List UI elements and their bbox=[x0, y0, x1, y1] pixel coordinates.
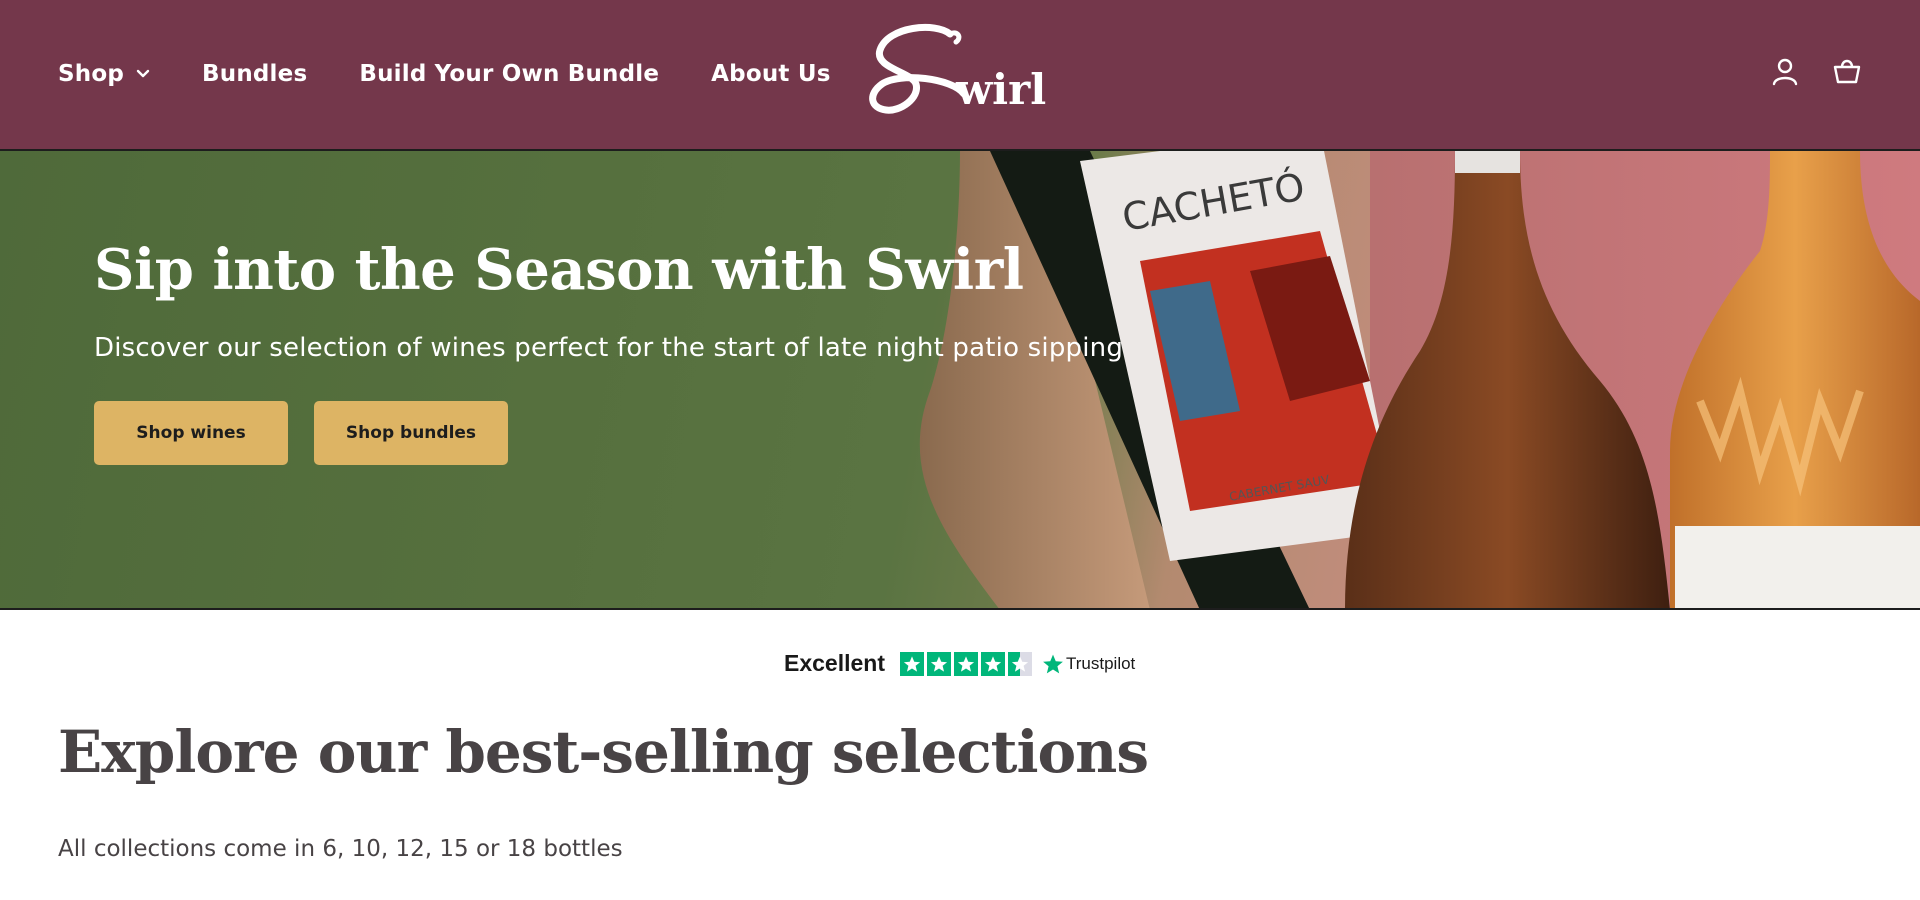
half-star-icon bbox=[1008, 651, 1032, 676]
trustpilot-rating-label: Excellent bbox=[784, 650, 885, 676]
section-subtitle: All collections come in 6, 10, 12, 15 or… bbox=[58, 836, 623, 862]
nav-build-your-own-bundle-label: Build Your Own Bundle bbox=[359, 61, 660, 87]
hero-content: Sip into the Season with Swirl Discover … bbox=[94, 237, 1123, 465]
header-icons bbox=[1770, 56, 1862, 86]
nav-about-us-label: About Us bbox=[711, 61, 831, 87]
nav-shop-label: Shop bbox=[58, 61, 125, 87]
star-icon bbox=[981, 651, 1005, 676]
star-icon bbox=[927, 651, 951, 676]
section-title: Explore our best-selling selections bbox=[58, 718, 1149, 786]
chevron-down-icon bbox=[136, 69, 150, 78]
trustpilot-brand-label: Trustpilot bbox=[1066, 653, 1136, 673]
star-icon bbox=[954, 651, 978, 676]
hero-banner: CACHETÓ CABERNET SAUV Sip into the Seaso… bbox=[0, 151, 1920, 610]
nav-bundles[interactable]: Bundles bbox=[202, 61, 307, 87]
shop-wines-button[interactable]: Shop wines bbox=[94, 401, 288, 465]
trustpilot-star-icon bbox=[1043, 654, 1063, 673]
main-nav: Shop Bundles Build Your Own Bundle About… bbox=[58, 0, 883, 148]
star-icon bbox=[900, 651, 924, 676]
logo-wordmark: wirl bbox=[955, 65, 1046, 114]
trustpilot-widget[interactable]: Excellent Trustpilot bbox=[784, 650, 1135, 677]
nav-bundles-label: Bundles bbox=[202, 61, 308, 87]
trustpilot-brand: Trustpilot bbox=[1042, 653, 1135, 675]
shop-bundles-button[interactable]: Shop bundles bbox=[314, 401, 508, 465]
hero-subtitle: Discover our selection of wines perfect … bbox=[94, 333, 1124, 363]
hero-title: Sip into the Season with Swirl bbox=[94, 237, 1024, 303]
nav-shop[interactable]: Shop bbox=[58, 61, 150, 87]
trustpilot-stars bbox=[900, 651, 1032, 676]
site-header: Shop Bundles Build Your Own Bundle About… bbox=[0, 0, 1920, 151]
cart-icon[interactable] bbox=[1832, 56, 1862, 86]
nav-build-your-own-bundle[interactable]: Build Your Own Bundle bbox=[359, 61, 659, 87]
nav-about-us[interactable]: About Us bbox=[711, 61, 830, 87]
swirl-logo[interactable]: wirl bbox=[866, 20, 1052, 124]
account-icon[interactable] bbox=[1770, 56, 1800, 86]
hero-buttons: Shop wines Shop bundles bbox=[94, 401, 1123, 465]
